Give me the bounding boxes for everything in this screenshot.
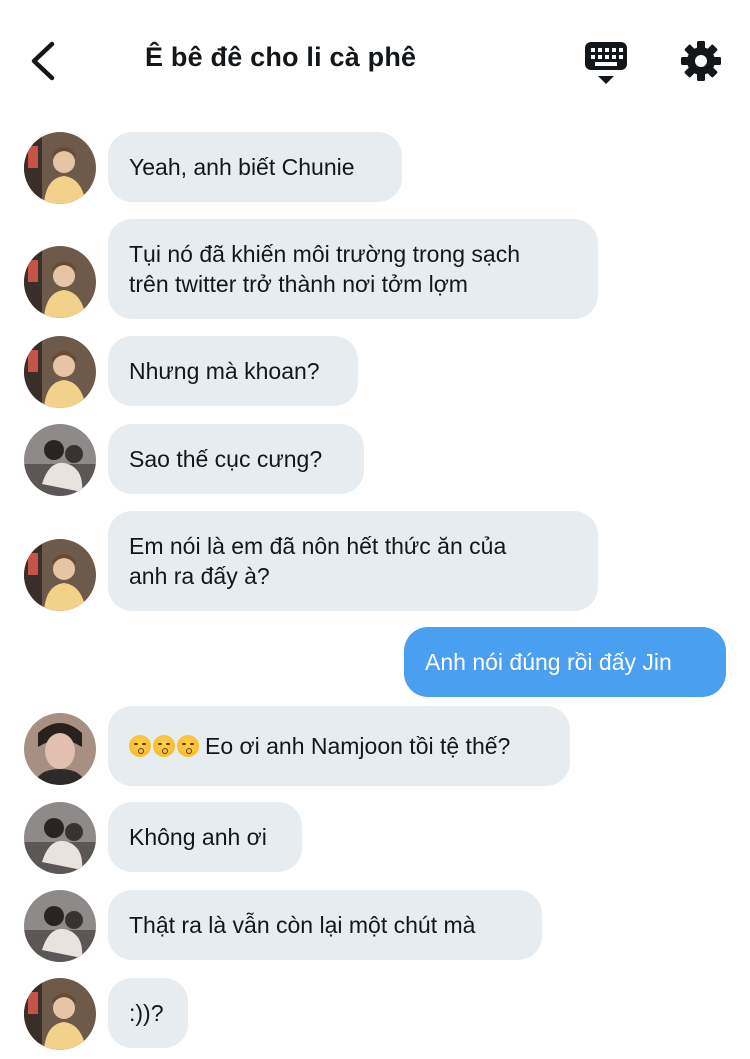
message-bubble: Eo ơi anh Namjoon tồi tệ thế?: [108, 706, 570, 786]
gear-icon[interactable]: [680, 40, 722, 82]
message-bubble: :))?: [108, 978, 188, 1048]
chevron-left-icon[interactable]: [26, 40, 62, 82]
conversation-title: Ê bê đê cho li cà phê: [145, 42, 417, 72]
message-bubble: Sao thế cục cưng?: [108, 424, 364, 494]
kissing-face-icon: [129, 735, 199, 757]
message-text: Eo ơi anh Namjoon tồi tệ thế?: [205, 733, 511, 759]
message-bubble: Không anh ơi: [108, 802, 302, 872]
message-bubble: Em nói là em đã nôn hết thức ăn của anh …: [108, 511, 598, 611]
message-bubble: Nhưng mà khoan?: [108, 336, 358, 406]
message-bubble: Thật ra là vẫn còn lại một chút mà: [108, 890, 542, 960]
avatar[interactable]: [24, 132, 96, 204]
avatar[interactable]: [24, 890, 96, 962]
avatar[interactable]: [24, 713, 96, 785]
avatar[interactable]: [24, 336, 96, 408]
chat-header: Ê bê đê cho li cà phê: [0, 0, 750, 120]
message-bubble: Yeah, anh biết Chunie: [108, 132, 402, 202]
message-bubble: Tụi nó đã khiến môi trường trong sạch tr…: [108, 219, 598, 319]
avatar[interactable]: [24, 978, 96, 1050]
message-bubble-outgoing: Anh nói đúng rồi đấy Jin: [404, 627, 726, 697]
avatar[interactable]: [24, 424, 96, 496]
avatar[interactable]: [24, 539, 96, 611]
avatar[interactable]: [24, 802, 96, 874]
avatar[interactable]: [24, 246, 96, 318]
keyboard-icon[interactable]: [584, 40, 628, 86]
